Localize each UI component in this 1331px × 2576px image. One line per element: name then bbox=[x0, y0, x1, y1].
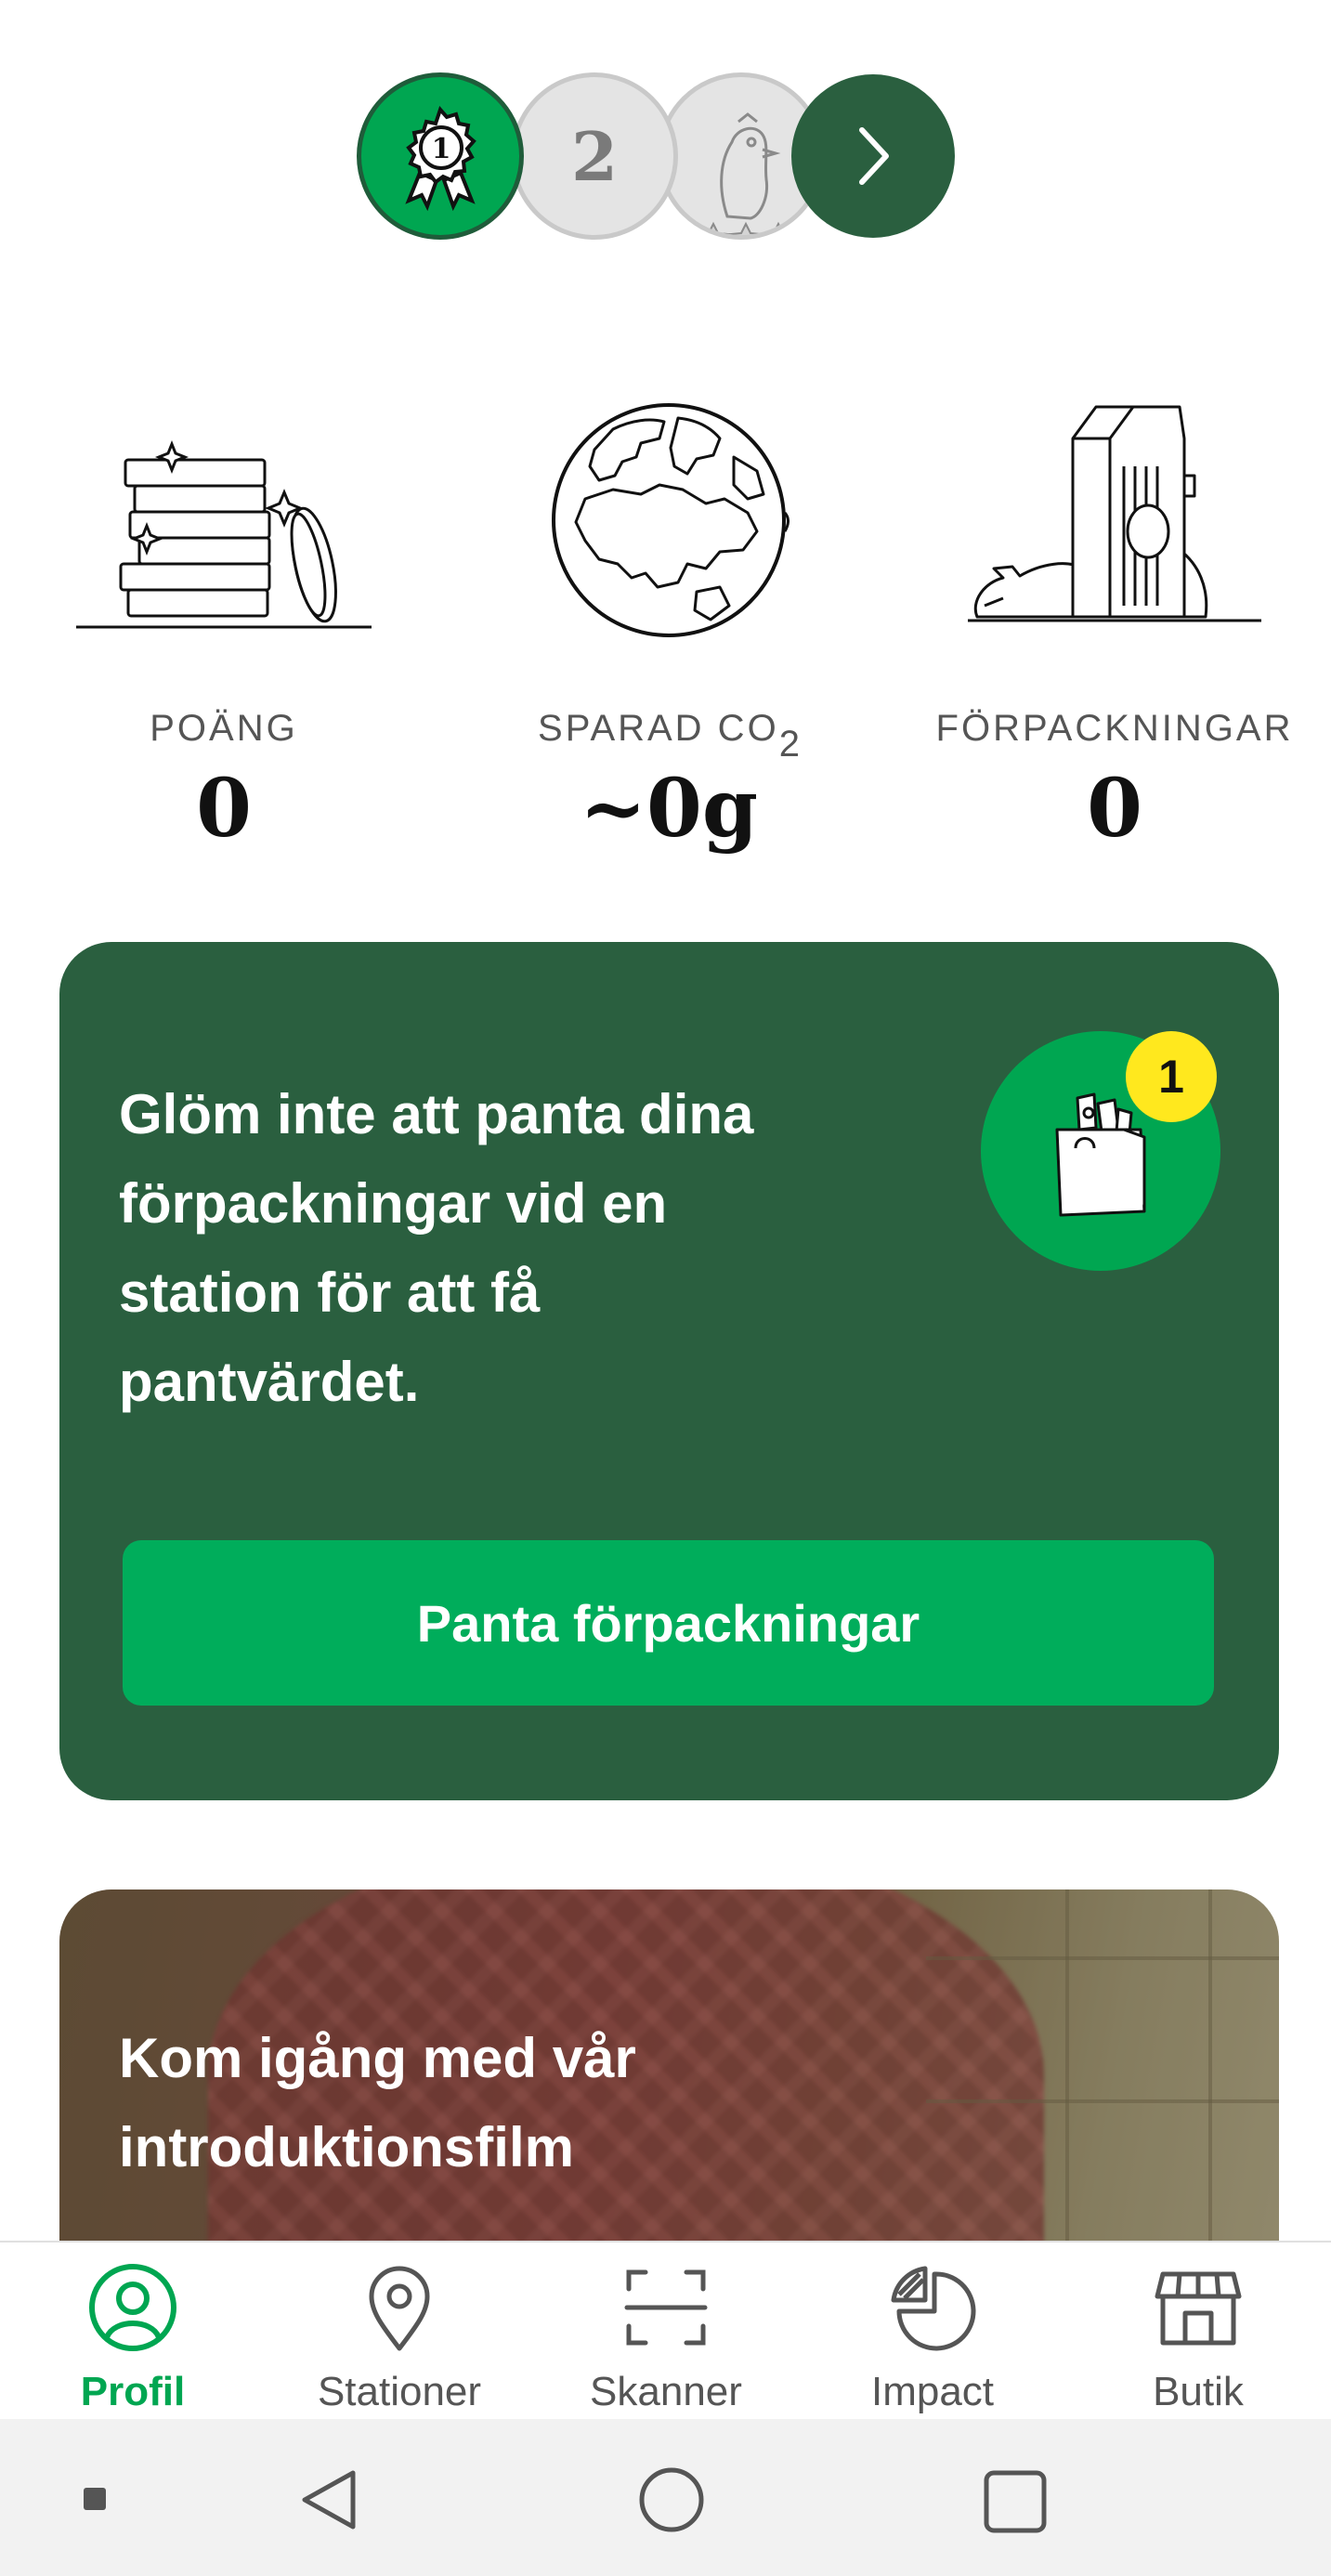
stat-co2-value: ~0g bbox=[579, 762, 759, 856]
stat-co2-label-sub: 2 bbox=[778, 724, 800, 765]
store-icon bbox=[1155, 2271, 1242, 2346]
nav-label-impact: Impact bbox=[870, 2369, 995, 2414]
deposit-reminder-card: Glöm inte att panta dina förpackningar v… bbox=[59, 942, 1279, 1800]
stat-co2-label: SPARAD CO2 bbox=[502, 708, 836, 765]
nav-label-skanner: Skanner bbox=[590, 2369, 742, 2414]
home-icon[interactable] bbox=[637, 2465, 706, 2534]
stat-packaging-value: 0 bbox=[1087, 762, 1142, 856]
stat-points-label: POÄNG bbox=[150, 708, 298, 749]
nav-item-skanner[interactable]: Skanner bbox=[533, 2243, 799, 2421]
stat-packaging-label: FÖRPACKNINGAR bbox=[935, 708, 1294, 749]
nav-item-profil[interactable]: Profil bbox=[0, 2243, 266, 2421]
system-status-dot bbox=[84, 2488, 106, 2510]
scanner-icon bbox=[624, 2269, 708, 2346]
badge-first-earned[interactable]: 1 bbox=[357, 72, 524, 240]
location-pin-icon bbox=[369, 2266, 430, 2351]
badges-next-button[interactable] bbox=[791, 74, 955, 238]
badge-first-number: 1 bbox=[432, 133, 451, 165]
nav-item-butik[interactable]: Butik bbox=[1065, 2243, 1331, 2421]
deposit-reminder-text: Glöm inte att panta dina förpackningar v… bbox=[119, 1083, 754, 1413]
deposit-packaging-button[interactable]: Panta förpackningar bbox=[123, 1540, 1214, 1706]
rosette-icon: 1 bbox=[405, 106, 476, 212]
stat-co2-label-text: SPARAD CO bbox=[538, 708, 779, 749]
nav-item-impact[interactable]: Impact bbox=[800, 2243, 1065, 2421]
chevron-right-icon bbox=[859, 127, 889, 185]
badge-second-locked[interactable]: 2 bbox=[511, 72, 678, 240]
stat-points-value: 0 bbox=[196, 762, 252, 856]
intro-video-card[interactable]: Kom igång med vår introduktionsfilm bbox=[59, 1890, 1279, 2243]
impact-chart-icon bbox=[891, 2266, 976, 2351]
intro-video-title: Kom igång med vår introduktionsfilm bbox=[119, 2027, 636, 2178]
profile-icon bbox=[89, 2264, 176, 2351]
recents-icon[interactable] bbox=[983, 2469, 1048, 2534]
packaging-icon bbox=[968, 405, 1261, 622]
notification-count-badge: 1 bbox=[1126, 1031, 1217, 1122]
badge-second-number: 2 bbox=[570, 116, 619, 196]
globe-icon bbox=[552, 403, 789, 637]
nav-label-stationer: Stationer bbox=[317, 2369, 482, 2414]
achievement-badges: 1 2 bbox=[355, 69, 959, 241]
nav-label-butik: Butik bbox=[1153, 2369, 1244, 2414]
back-icon[interactable] bbox=[297, 2467, 362, 2532]
bottom-navigation: Profil Stationer Skanner Impact Butik bbox=[0, 2241, 1331, 2419]
nav-label-profil: Profil bbox=[80, 2369, 186, 2414]
system-navigation-bar bbox=[0, 2419, 1331, 2576]
nav-item-stationer[interactable]: Stationer bbox=[267, 2243, 532, 2421]
coins-stack-icon bbox=[76, 439, 372, 629]
